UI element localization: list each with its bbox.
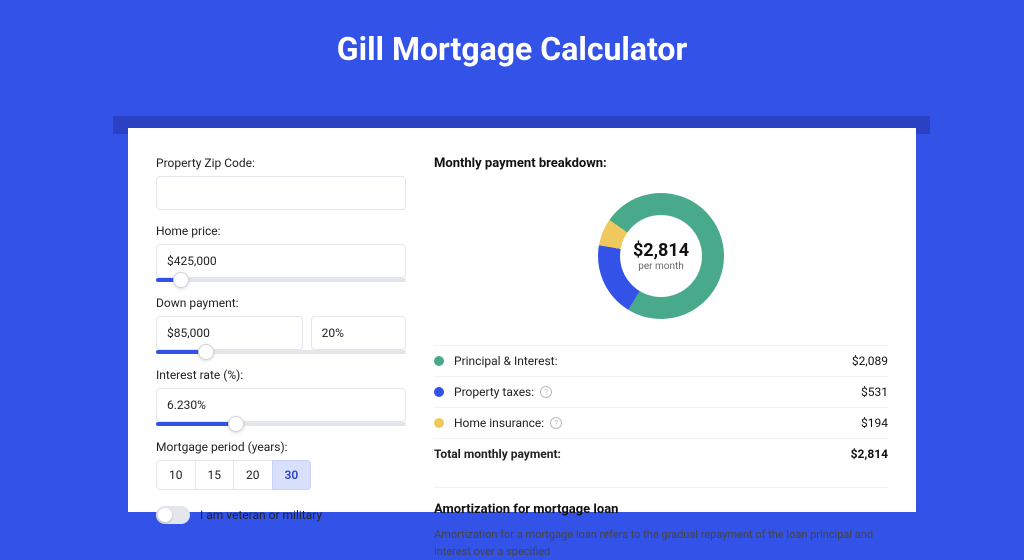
page-title: Gill Mortgage Calculator (0, 0, 1024, 68)
period-tab-15[interactable]: 15 (195, 460, 235, 490)
legend-row-ins: Home insurance:? $194 (434, 408, 888, 439)
legend-dot-ins (434, 418, 444, 428)
donut-chart: $2,814 per month (598, 193, 724, 319)
rate-slider[interactable] (156, 422, 406, 426)
price-group: Home price: (156, 224, 406, 282)
rate-input[interactable] (156, 388, 406, 422)
down-slider[interactable] (156, 350, 406, 354)
breakdown-column: Monthly payment breakdown: $2,814 per mo… (434, 156, 888, 512)
donut-value: $2,814 (633, 240, 689, 261)
legend-row-tax: Property taxes:? $531 (434, 377, 888, 408)
period-tab-20[interactable]: 20 (233, 460, 273, 490)
rate-group: Interest rate (%): (156, 368, 406, 426)
down-group: Down payment: (156, 296, 406, 354)
period-tabs: 10 15 20 30 (156, 460, 406, 490)
down-amount-input[interactable] (156, 316, 303, 350)
page-root: Gill Mortgage Calculator Property Zip Co… (0, 0, 1024, 512)
inputs-column: Property Zip Code: Home price: Down paym… (156, 156, 406, 512)
amortization-text: Amortization for a mortgage loan refers … (434, 527, 888, 560)
legend-dot-pi (434, 356, 444, 366)
down-label: Down payment: (156, 296, 406, 310)
zip-input[interactable] (156, 176, 406, 210)
donut-chart-wrap: $2,814 per month (434, 181, 888, 331)
legend-dot-tax (434, 387, 444, 397)
down-slider-thumb[interactable] (198, 344, 214, 360)
legend-amt-ins: $194 (861, 416, 888, 430)
legend: Principal & Interest: $2,089 Property ta… (434, 345, 888, 469)
legend-amt-pi: $2,089 (852, 354, 888, 368)
info-icon[interactable]: ? (550, 417, 562, 429)
amortization-section: Amortization for mortgage loan Amortizat… (434, 487, 888, 560)
veteran-label: I am veteran or military (200, 508, 322, 522)
donut-center: $2,814 per month (620, 215, 702, 297)
price-input[interactable] (156, 244, 406, 278)
price-slider-thumb[interactable] (173, 272, 189, 288)
legend-amt-total: $2,814 (851, 447, 888, 461)
down-pct-input[interactable] (311, 316, 406, 350)
zip-label: Property Zip Code: (156, 156, 406, 170)
calculator-panel: Property Zip Code: Home price: Down paym… (128, 128, 916, 512)
breakdown-title: Monthly payment breakdown: (434, 156, 888, 171)
info-icon[interactable]: ? (540, 386, 552, 398)
legend-amt-tax: $531 (861, 385, 888, 399)
legend-label-tax: Property taxes:? (454, 385, 861, 399)
legend-row-total: Total monthly payment: $2,814 (434, 439, 888, 469)
down-row (156, 316, 406, 350)
rate-slider-fill (156, 422, 236, 426)
period-tab-10[interactable]: 10 (156, 460, 196, 490)
period-tab-30[interactable]: 30 (272, 460, 312, 490)
legend-row-pi: Principal & Interest: $2,089 (434, 346, 888, 377)
period-label: Mortgage period (years): (156, 440, 406, 454)
price-slider[interactable] (156, 278, 406, 282)
legend-label-total: Total monthly payment: (434, 447, 851, 461)
period-group: Mortgage period (years): 10 15 20 30 (156, 440, 406, 490)
legend-label-ins: Home insurance:? (454, 416, 861, 430)
zip-group: Property Zip Code: (156, 156, 406, 210)
donut-sub: per month (638, 261, 684, 272)
rate-slider-thumb[interactable] (228, 416, 244, 432)
legend-label-pi: Principal & Interest: (454, 354, 852, 368)
amortization-heading: Amortization for mortgage loan (434, 502, 888, 517)
rate-label: Interest rate (%): (156, 368, 406, 382)
price-label: Home price: (156, 224, 406, 238)
veteran-toggle[interactable] (156, 506, 190, 524)
veteran-row: I am veteran or military (156, 506, 406, 524)
